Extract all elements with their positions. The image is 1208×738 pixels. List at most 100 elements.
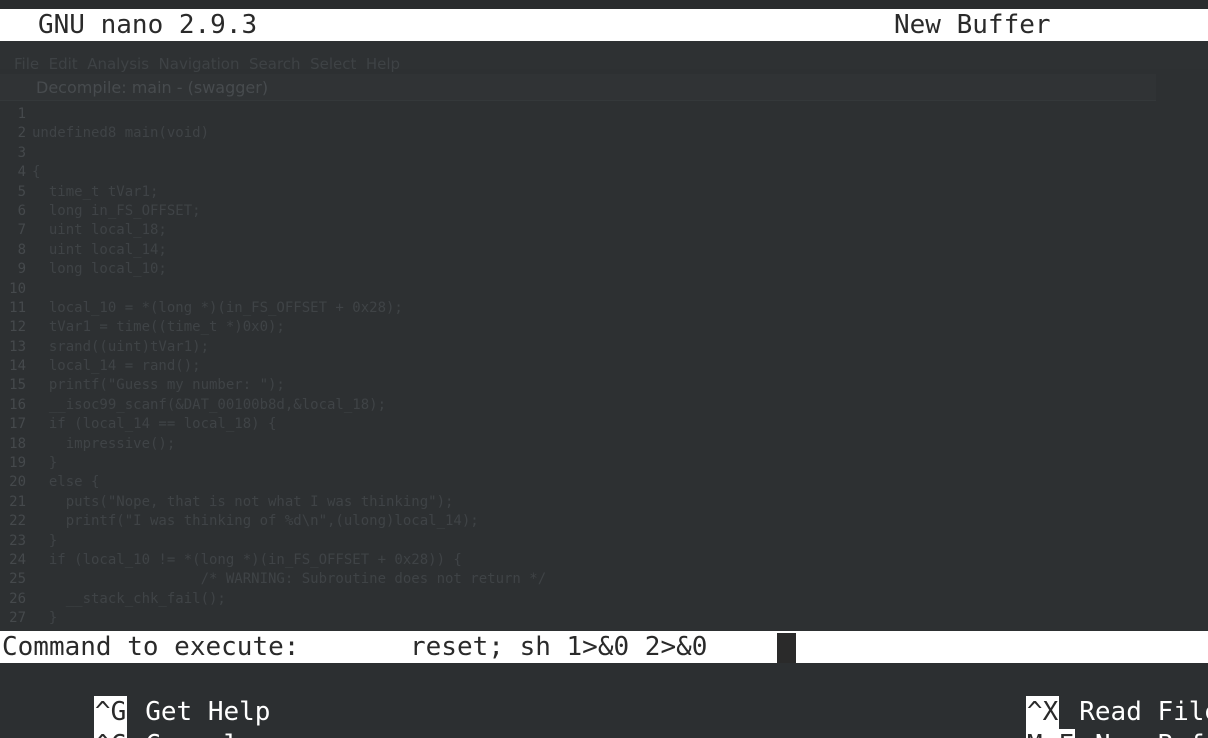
- code-line: 17 if (local_14 == local_18) {: [0, 415, 1156, 434]
- line-number: 22: [9, 513, 26, 530]
- code-line: 20 else {: [0, 473, 1156, 492]
- shortcut-get-help[interactable]: ^G Get Help: [0, 663, 270, 729]
- line-number: 26: [9, 590, 26, 607]
- code-line: 25 /* WARNING: Subroutine does not retur…: [0, 570, 1156, 589]
- code-line: 1: [0, 105, 1156, 124]
- code-line: 7 uint local_18;: [0, 221, 1156, 240]
- prompt-label: Command to execute:: [2, 632, 300, 662]
- code-text: impressive();: [32, 435, 176, 452]
- text-cursor: [777, 633, 796, 663]
- code-line: 10: [0, 280, 1156, 299]
- shortcut-key: M-F: [1025, 729, 1075, 738]
- code-text: else {: [32, 474, 100, 491]
- line-number: 18: [9, 435, 26, 452]
- code-line: 2 undefined8 main(void): [0, 124, 1156, 143]
- ghost-panel-title: Decompile: main - (swagger): [36, 78, 269, 97]
- code-text: puts("Nope, that is not what I was think…: [32, 493, 454, 510]
- code-text: {: [32, 164, 41, 181]
- code-text: __isoc99_scanf(&DAT_00100b8d,&local_18);: [32, 396, 387, 413]
- line-number: 6: [17, 202, 26, 219]
- line-number: 7: [17, 222, 26, 239]
- code-line: 18 impressive();: [0, 435, 1156, 454]
- line-number: 4: [17, 164, 26, 181]
- code-text: }: [32, 532, 58, 549]
- code-text: __stack_chk_fail();: [32, 590, 226, 607]
- line-number: 13: [9, 338, 26, 355]
- code-line: 22 printf("I was thinking of %d\n",(ulon…: [0, 512, 1156, 531]
- code-line: 4{: [0, 163, 1156, 182]
- line-number: 20: [9, 474, 26, 491]
- line-number: 3: [17, 144, 26, 161]
- code-line: 14 local_14 = rand();: [0, 357, 1156, 376]
- shortcut-read-file[interactable]: ^X Read File: [932, 663, 1208, 729]
- code-line: 8 uint local_14;: [0, 241, 1156, 260]
- background-decompiler-window: File Edit Analysis Navigation Search Sel…: [0, 41, 1208, 631]
- code-line: 6 long in_FS_OFFSET;: [0, 202, 1156, 221]
- ghost-toolbar: File Edit Analysis Navigation Search Sel…: [0, 41, 1208, 73]
- code-line: 5 time_t tVar1;: [0, 183, 1156, 202]
- shortcut-bar: ^GGet Help ^C Cancel ^XRead File M-F New B…: [0, 663, 1208, 738]
- line-number: 21: [9, 493, 26, 510]
- shortcut-cancel[interactable]: ^C Cancel: [0, 696, 239, 738]
- code-line: 19 }: [0, 454, 1156, 473]
- line-number: 27: [9, 610, 26, 627]
- code-line: 13 srand((uint)tVar1);: [0, 338, 1156, 357]
- line-number: 8: [17, 241, 26, 258]
- line-number: 16: [9, 396, 26, 413]
- line-number: 1: [17, 106, 26, 122]
- code-line: 23 }: [0, 532, 1156, 551]
- nano-title-bar: GNU nano 2.9.3 New Buffer: [0, 9, 1208, 41]
- shortcut-label: Cancel: [145, 729, 239, 738]
- code-text: if (local_14 == local_18) {: [32, 416, 277, 433]
- shortcut-key: ^C: [93, 729, 128, 738]
- code-text: long local_10;: [32, 261, 167, 278]
- shortcut-new-buffer[interactable]: M-F New Buffer: [932, 696, 1208, 738]
- ghost-panel-header: Decompile: main - (swagger): [0, 74, 1156, 101]
- terminal-screen: GNU nano 2.9.3 New Buffer File Edit Anal…: [0, 0, 1208, 738]
- code-text: srand((uint)tVar1);: [32, 338, 210, 355]
- code-text: uint local_18;: [32, 222, 167, 239]
- code-text: if (local_10 != *(long *)(in_FS_OFFSET +…: [32, 551, 462, 568]
- code-line: 21 puts("Nope, that is not what I was th…: [0, 493, 1156, 512]
- command-input[interactable]: reset; sh 1>&0 2>&0: [410, 631, 707, 663]
- code-text: printf("Guess my number: ");: [32, 377, 285, 394]
- code-line: 11 local_10 = *(long *)(in_FS_OFFSET + 0…: [0, 299, 1156, 318]
- line-number: 24: [9, 551, 26, 568]
- code-line: 9 long local_10;: [0, 260, 1156, 279]
- command-prompt[interactable]: Command to execute: reset; sh 1>&0 2>&0: [0, 631, 1208, 663]
- code-text: undefined8 main(void): [32, 125, 210, 142]
- code-line: 12 tVar1 = time((time_t *)0x0);: [0, 318, 1156, 337]
- code-text: long in_FS_OFFSET;: [32, 202, 201, 219]
- code-text: /* WARNING: Subroutine does not return *…: [32, 571, 547, 588]
- line-number: 2: [17, 125, 26, 142]
- code-text: tVar1 = time((time_t *)0x0);: [32, 319, 285, 336]
- app-title: GNU nano 2.9.3: [38, 10, 258, 40]
- line-number: 5: [17, 183, 26, 200]
- line-number: 14: [9, 358, 26, 375]
- code-line: 15 printf("Guess my number: ");: [0, 376, 1156, 395]
- line-number: 15: [9, 377, 26, 394]
- code-text: printf("I was thinking of %d\n",(ulong)l…: [32, 513, 479, 530]
- ghost-menu-bar: File Edit Analysis Navigation Search Sel…: [14, 55, 401, 73]
- shortcut-label: New Buffer: [1095, 729, 1208, 738]
- code-line: 27 }: [0, 609, 1156, 628]
- code-text: local_14 = rand();: [32, 358, 201, 375]
- code-text: }: [32, 455, 58, 472]
- code-text: }: [32, 610, 58, 627]
- code-line: 16 __isoc99_scanf(&DAT_00100b8d,&local_1…: [0, 396, 1156, 415]
- buffer-title: New Buffer: [894, 10, 1051, 40]
- ghost-code-listing: 1 2 undefined8 main(void) 3 4{5 time_t tVar1…: [0, 105, 1156, 629]
- line-number: 23: [9, 532, 26, 549]
- code-line: 24 if (local_10 != *(long *)(in_FS_OFFSE…: [0, 551, 1156, 570]
- line-number: 10: [9, 280, 26, 297]
- line-number: 17: [9, 416, 26, 433]
- line-number: 9: [17, 261, 26, 278]
- line-number: 12: [9, 319, 26, 336]
- line-number: 11: [9, 299, 26, 316]
- code-line: 26 __stack_chk_fail();: [0, 590, 1156, 609]
- top-strip: [0, 0, 1208, 9]
- line-number: 19: [9, 455, 26, 472]
- code-text: uint local_14;: [32, 241, 167, 258]
- code-line: 3: [0, 144, 1156, 163]
